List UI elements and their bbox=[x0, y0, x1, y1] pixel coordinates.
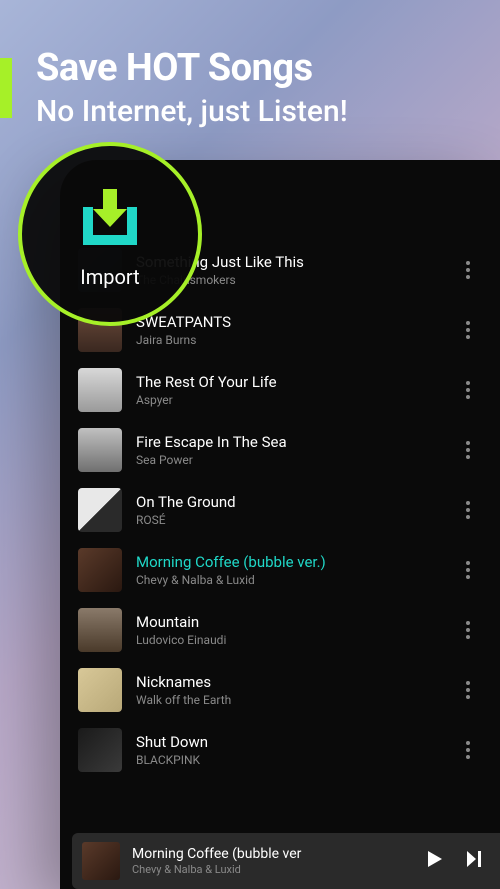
album-art bbox=[78, 728, 122, 772]
song-info: Morning Coffee (bubble ver.) Chevy & Nalb… bbox=[136, 553, 442, 587]
song-artist: Ludovico Einaudi bbox=[136, 633, 442, 647]
song-info: SWEATPANTS Jaira Burns bbox=[136, 313, 442, 347]
import-badge[interactable]: Import bbox=[18, 142, 202, 326]
song-title: The Rest Of Your Life bbox=[136, 373, 442, 391]
now-playing-art bbox=[82, 842, 120, 880]
song-info: Mountain Ludovico Einaudi bbox=[136, 613, 442, 647]
album-art bbox=[78, 668, 122, 712]
song-info: Shut Down BLACKPINK bbox=[136, 733, 442, 767]
song-title: Morning Coffee (bubble ver.) bbox=[136, 553, 442, 571]
song-artist: Walk off the Earth bbox=[136, 693, 442, 707]
album-art bbox=[78, 548, 122, 592]
next-button[interactable] bbox=[464, 849, 484, 873]
headline-title: Save HOT Songs bbox=[36, 48, 480, 90]
song-artist: Chevy & Nalba & Luxid bbox=[136, 573, 442, 587]
more-icon[interactable] bbox=[456, 561, 480, 579]
album-art bbox=[78, 368, 122, 412]
accent-bar bbox=[0, 58, 12, 118]
play-button[interactable] bbox=[424, 849, 444, 873]
song-info: Fire Escape In The Sea Sea Power bbox=[136, 433, 442, 467]
now-playing-controls bbox=[424, 849, 484, 873]
song-row[interactable]: Nicknames Walk off the Earth bbox=[60, 660, 500, 720]
now-playing-title: Morning Coffee (bubble ver bbox=[132, 846, 412, 862]
song-row[interactable]: Shut Down BLACKPINK bbox=[60, 720, 500, 780]
more-icon[interactable] bbox=[456, 621, 480, 639]
song-artist: Jaira Burns bbox=[136, 333, 442, 347]
more-icon[interactable] bbox=[456, 681, 480, 699]
import-label: Import bbox=[80, 265, 139, 289]
now-playing-artist: Chevy & Nalba & Luxid bbox=[132, 863, 412, 876]
more-icon[interactable] bbox=[456, 321, 480, 339]
headline-subtitle: No Internet, just Listen! bbox=[36, 94, 480, 129]
now-playing-bar[interactable]: Morning Coffee (bubble ver Chevy & Nalba… bbox=[72, 833, 500, 889]
song-title: SWEATPANTS bbox=[136, 313, 442, 331]
song-info: The Rest Of Your Life Aspyer bbox=[136, 373, 442, 407]
song-artist: BLACKPINK bbox=[136, 753, 442, 767]
download-icon bbox=[71, 179, 149, 257]
album-art bbox=[78, 428, 122, 472]
song-row[interactable]: Fire Escape In The Sea Sea Power bbox=[60, 420, 500, 480]
song-row[interactable]: Morning Coffee (bubble ver.) Chevy & Nalb… bbox=[60, 540, 500, 600]
song-row[interactable]: Mountain Ludovico Einaudi bbox=[60, 600, 500, 660]
more-icon[interactable] bbox=[456, 441, 480, 459]
song-row[interactable]: On The Ground ROSÉ bbox=[60, 480, 500, 540]
album-art bbox=[78, 608, 122, 652]
headline: Save HOT Songs No Internet, just Listen! bbox=[36, 48, 480, 129]
song-info: Nicknames Walk off the Earth bbox=[136, 673, 442, 707]
now-playing-info: Morning Coffee (bubble ver Chevy & Nalba… bbox=[132, 846, 412, 876]
song-artist: Aspyer bbox=[136, 393, 442, 407]
more-icon[interactable] bbox=[456, 381, 480, 399]
song-title: On The Ground bbox=[136, 493, 442, 511]
song-title: Shut Down bbox=[136, 733, 442, 751]
more-icon[interactable] bbox=[456, 501, 480, 519]
song-title: Fire Escape In The Sea bbox=[136, 433, 442, 451]
song-info: On The Ground ROSÉ bbox=[136, 493, 442, 527]
song-row[interactable]: The Rest Of Your Life Aspyer bbox=[60, 360, 500, 420]
song-artist: Sea Power bbox=[136, 453, 442, 467]
song-artist: ROSÉ bbox=[136, 513, 442, 527]
more-icon[interactable] bbox=[456, 261, 480, 279]
album-art bbox=[78, 488, 122, 532]
song-title: Mountain bbox=[136, 613, 442, 631]
more-icon[interactable] bbox=[456, 741, 480, 759]
song-title: Nicknames bbox=[136, 673, 442, 691]
